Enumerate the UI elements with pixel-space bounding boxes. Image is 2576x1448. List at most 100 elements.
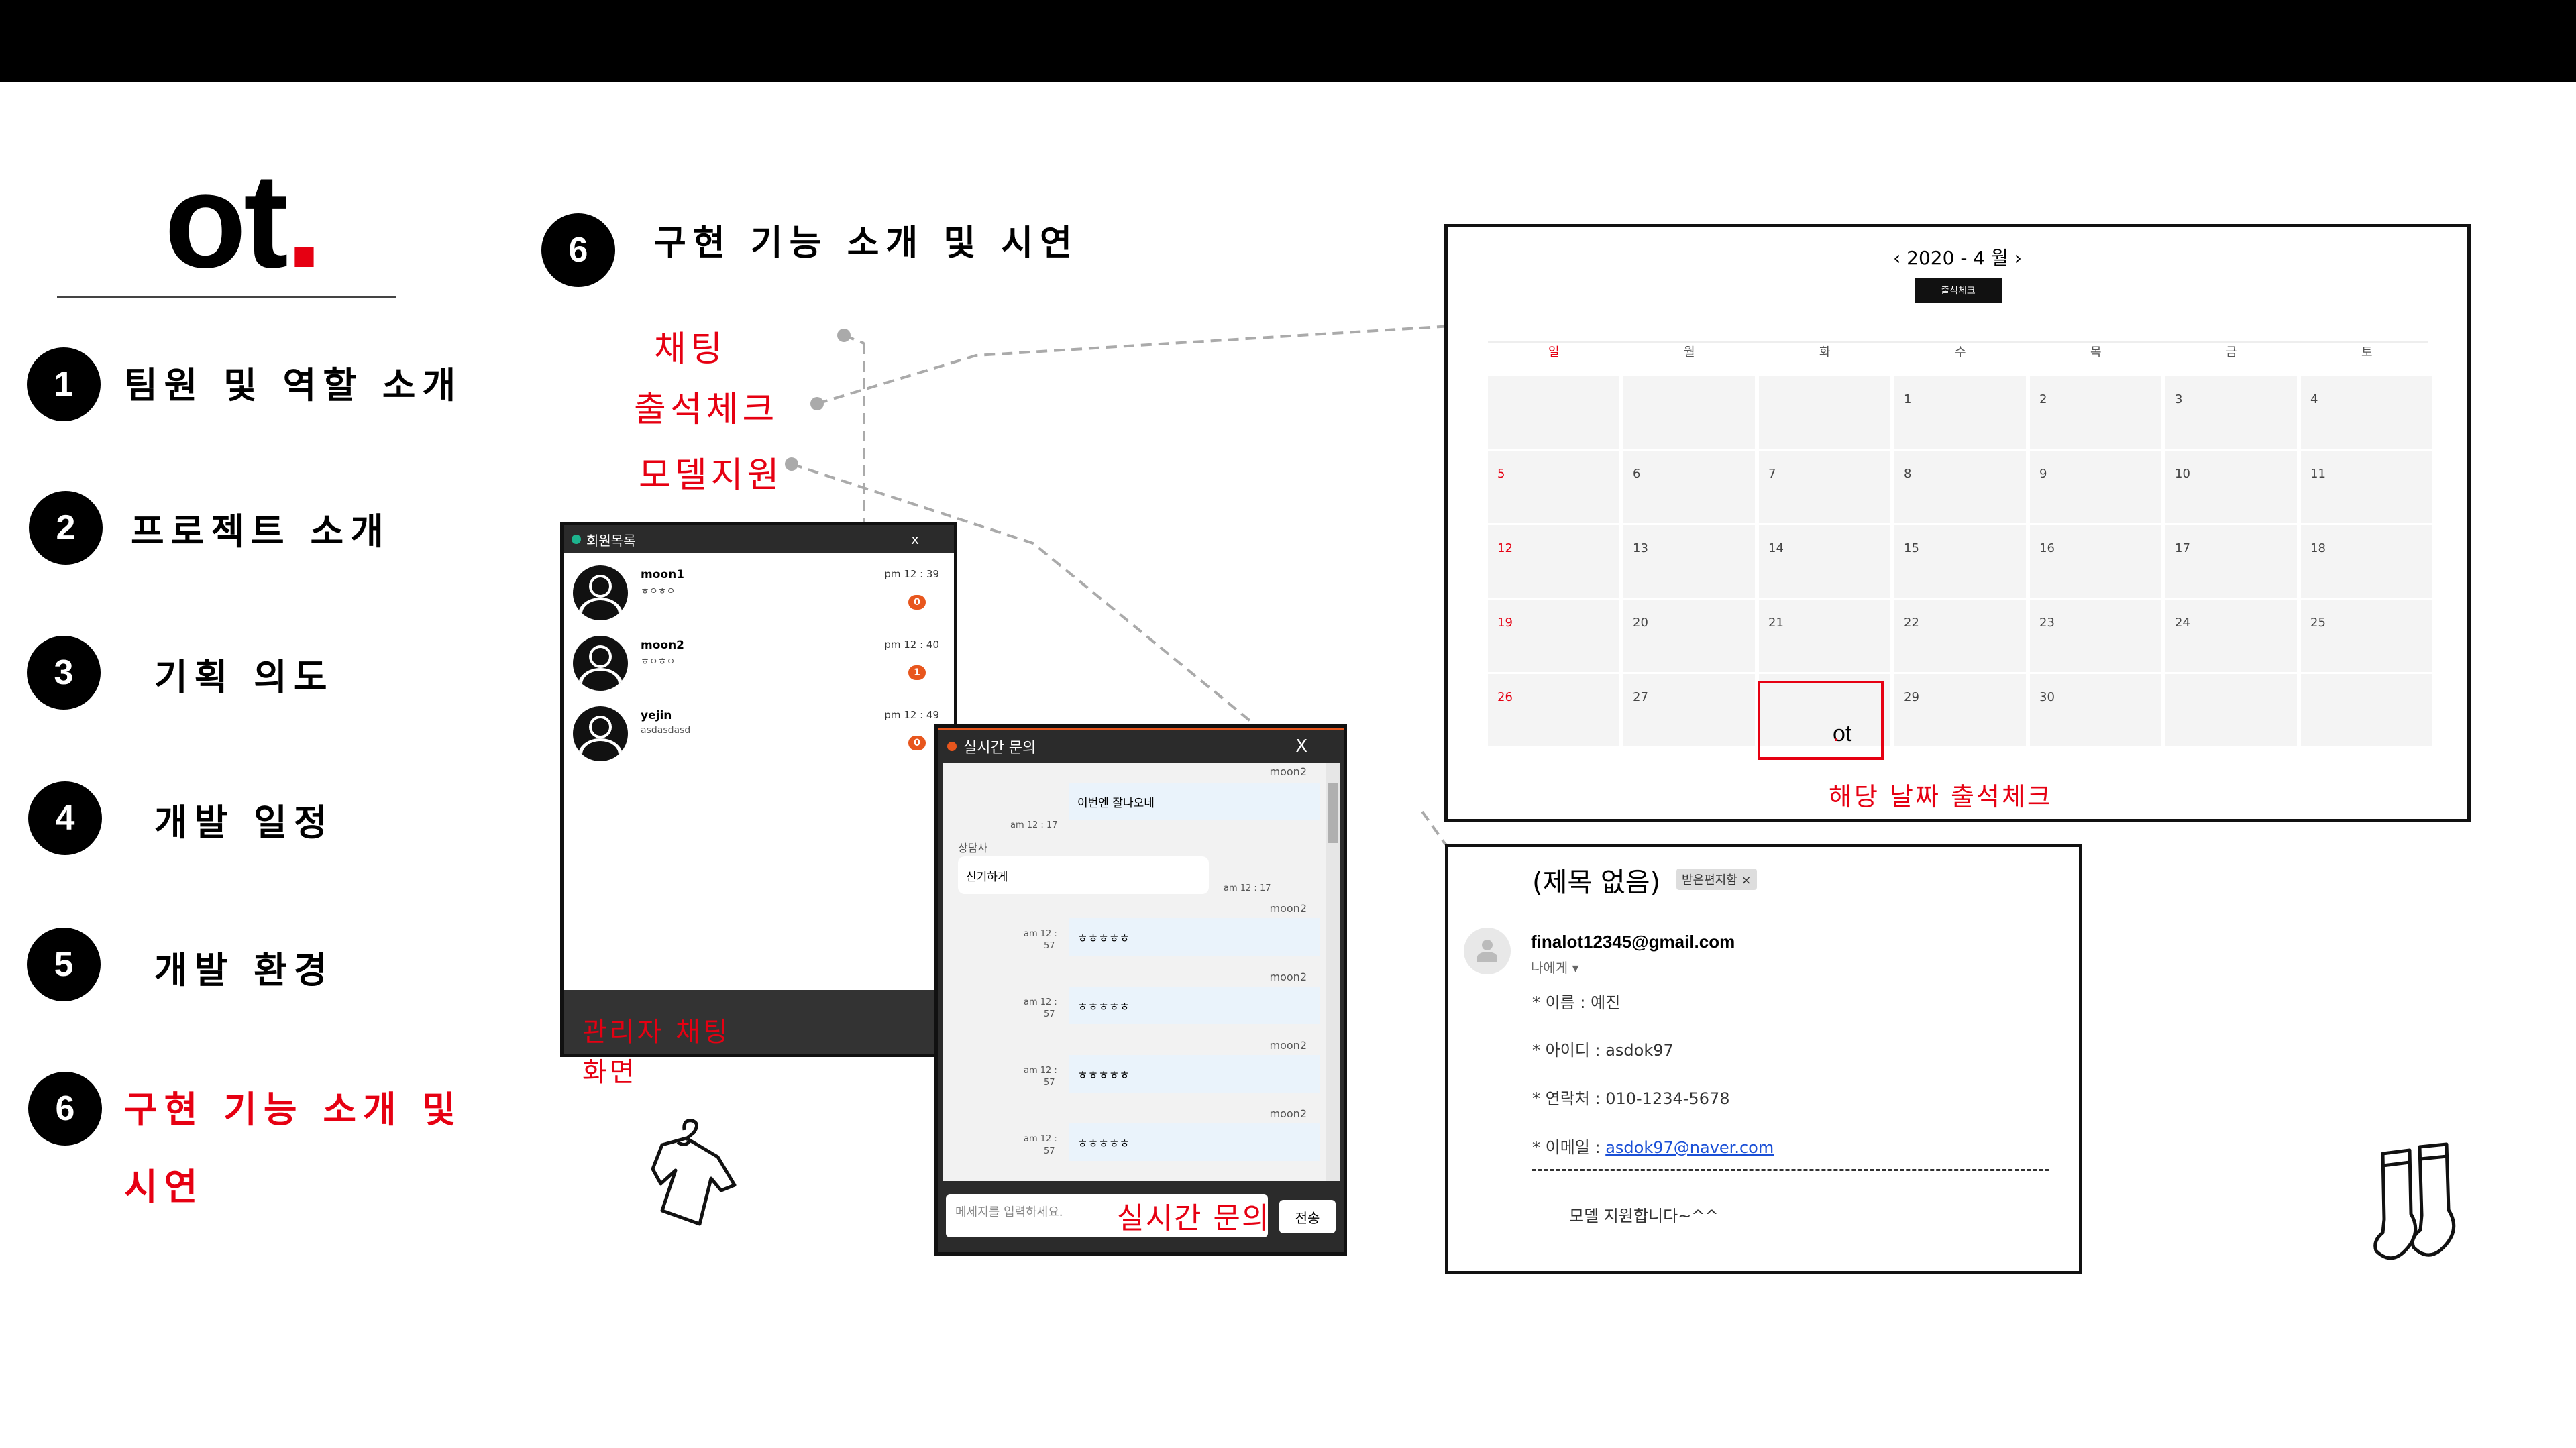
socks-icon [2373, 1142, 2456, 1260]
email-line: * 이름 : 예진 [1532, 993, 1621, 1012]
calendar-day[interactable]: 3 [2165, 376, 2297, 449]
email-link[interactable]: asdok97@naver.com [1605, 1138, 1774, 1157]
weekday-label: 일 [1548, 345, 1560, 359]
message-bubble: 신기하게 [958, 856, 1209, 894]
calendar-day-number: 26 [1497, 690, 1513, 704]
message-sender: moon2 [1269, 1039, 1307, 1052]
calendar-day[interactable]: 25 [2301, 600, 2432, 672]
attendance-stamp[interactable]: ot. [1758, 681, 1884, 760]
calendar-day[interactable]: 13 [1623, 525, 1755, 598]
calendar-day-number: 1 [1904, 392, 1912, 406]
calendar-day[interactable]: 4 [2301, 376, 2432, 449]
admin-chat-title: 회원목록 [586, 532, 636, 549]
recipient-dropdown[interactable]: 나에게 ▾ [1531, 957, 1579, 977]
calendar-day[interactable] [1623, 376, 1755, 449]
email-line: * 연락처 : 010-1234-5678 [1532, 1089, 1730, 1108]
calendar-day-number: 8 [1904, 467, 1912, 481]
calendar-day-number: 12 [1497, 541, 1513, 555]
calendar-day[interactable]: 9 [2030, 451, 2161, 523]
calendar-day[interactable]: 27 [1623, 674, 1755, 746]
attendance-calendar: ‹ 2020 - 4 월 › 출석체크 일 월 화 수 목 금 토 1 2 3 4 5 6 7 8 9 10 11… [1444, 224, 2471, 822]
member-row[interactable]: yejin asdasdasd pm 12 : 49 0 [564, 701, 953, 768]
message-time: am 12 : [1024, 1134, 1057, 1144]
calendar-day[interactable]: 2 [2030, 376, 2161, 449]
email-body: 모델 지원합니다~^^ [1569, 1207, 1719, 1225]
calendar-day[interactable]: 21 [1759, 600, 1890, 672]
calendar-day[interactable]: 12 [1488, 525, 1619, 598]
member-row[interactable]: moon2 ㅎㅇㅎㅇ pm 12 : 40 1 [564, 630, 953, 698]
message-sender: moon2 [1269, 1107, 1307, 1120]
weekday-label: 목 [2090, 345, 2102, 359]
calendar-day[interactable]: 15 [1894, 525, 2026, 598]
calendar-day[interactable]: 19 [1488, 600, 1619, 672]
calendar-day-number: 10 [2175, 467, 2190, 481]
calendar-day-number: 27 [1633, 690, 1648, 704]
message-time: 57 [1044, 1009, 1055, 1019]
calendar-day[interactable]: 1 [1894, 376, 2026, 449]
calendar-day-number: 19 [1497, 616, 1513, 630]
note-admin-chat-line2: 화면 [582, 1057, 637, 1088]
unread-badge: 0 [908, 595, 926, 610]
calendar-day-number: 22 [1904, 616, 1919, 630]
member-name: moon2 [641, 638, 685, 652]
weekday-label: 수 [1955, 345, 1966, 359]
chat-scrollbar[interactable] [1326, 763, 1340, 1181]
message-bubble: ㅎㅎㅎㅎㅎ [1069, 1123, 1320, 1161]
calendar-day[interactable]: 10 [2165, 451, 2297, 523]
weekday-label: 금 [2226, 345, 2237, 359]
calendar-day-number: 18 [2310, 541, 2326, 555]
online-dot-icon [572, 535, 581, 544]
calendar-day[interactable]: 24 [2165, 600, 2297, 672]
message-bubble: ㅎㅎㅎㅎㅎ [1069, 918, 1320, 956]
calendar-day[interactable]: 7 [1759, 451, 1890, 523]
calendar-day[interactable]: 17 [2165, 525, 2297, 598]
member-time: pm 12 : 49 [884, 709, 939, 721]
calendar-day[interactable]: 30 [2030, 674, 2161, 746]
send-button[interactable]: 전송 [1279, 1200, 1336, 1233]
calendar-day[interactable]: 8 [1894, 451, 2026, 523]
calendar-day[interactable]: 16 [2030, 525, 2161, 598]
calendar-day[interactable]: 18 [2301, 525, 2432, 598]
calendar-day[interactable] [2165, 674, 2297, 746]
email-line: * 이메일 : asdok97@naver.com [1532, 1138, 1774, 1157]
calendar-day-number: 20 [1633, 616, 1648, 630]
calendar-day[interactable]: 22 [1894, 600, 2026, 672]
live-chat-title: 실시간 문의 [963, 740, 1036, 757]
calendar-day[interactable]: 5 [1488, 451, 1619, 523]
calendar-day-number: 17 [2175, 541, 2190, 555]
calendar-day-number: 5 [1497, 467, 1505, 481]
calendar-day[interactable] [1759, 376, 1890, 449]
calendar-day-number: 21 [1768, 616, 1784, 630]
calendar-day[interactable]: 23 [2030, 600, 2161, 672]
calendar-day[interactable]: 20 [1623, 600, 1755, 672]
message-bubble: ㅎㅎㅎㅎㅎ [1069, 1055, 1320, 1093]
calendar-day[interactable] [2301, 674, 2432, 746]
member-time: pm 12 : 40 [884, 638, 939, 651]
calendar-day[interactable]: 6 [1623, 451, 1755, 523]
message-time: am 12 : [1024, 929, 1057, 939]
message-time: 57 [1044, 941, 1055, 951]
close-button[interactable]: X [1295, 736, 1307, 757]
close-button[interactable]: x [911, 531, 919, 547]
member-name: yejin [641, 709, 672, 722]
status-dot-icon [947, 742, 957, 751]
inbox-label[interactable]: 받은편지함 × [1676, 869, 1757, 890]
calendar-day-number: 14 [1768, 541, 1784, 555]
calendar-day-number: 2 [2039, 392, 2047, 406]
unread-badge: 0 [908, 736, 926, 750]
weekday-label: 토 [2361, 345, 2373, 359]
message-time: 57 [1044, 1146, 1055, 1156]
member-row[interactable]: moon1 ㅎㅇㅎㅇ pm 12 : 39 0 [564, 560, 953, 627]
calendar-day[interactable] [1488, 376, 1619, 449]
calendar-day-number: 16 [2039, 541, 2055, 555]
attendance-check-button[interactable]: 출석체크 [1915, 278, 2002, 303]
member-last-message: ㅎㅇㅎㅇ [641, 586, 676, 597]
calendar-day[interactable]: 29 [1894, 674, 2026, 746]
chat-messages[interactable]: moon2 이번엔 잘나오네 am 12 : 17 상담사 신기하게 am 12… [943, 763, 1340, 1181]
calendar-day[interactable]: 14 [1759, 525, 1890, 598]
email-divider [1532, 1169, 2049, 1171]
calendar-day-number: 24 [2175, 616, 2190, 630]
calendar-month-title[interactable]: ‹ 2020 - 4 월 › [1448, 243, 2467, 270]
calendar-day[interactable]: 26 [1488, 674, 1619, 746]
calendar-day[interactable]: 11 [2301, 451, 2432, 523]
